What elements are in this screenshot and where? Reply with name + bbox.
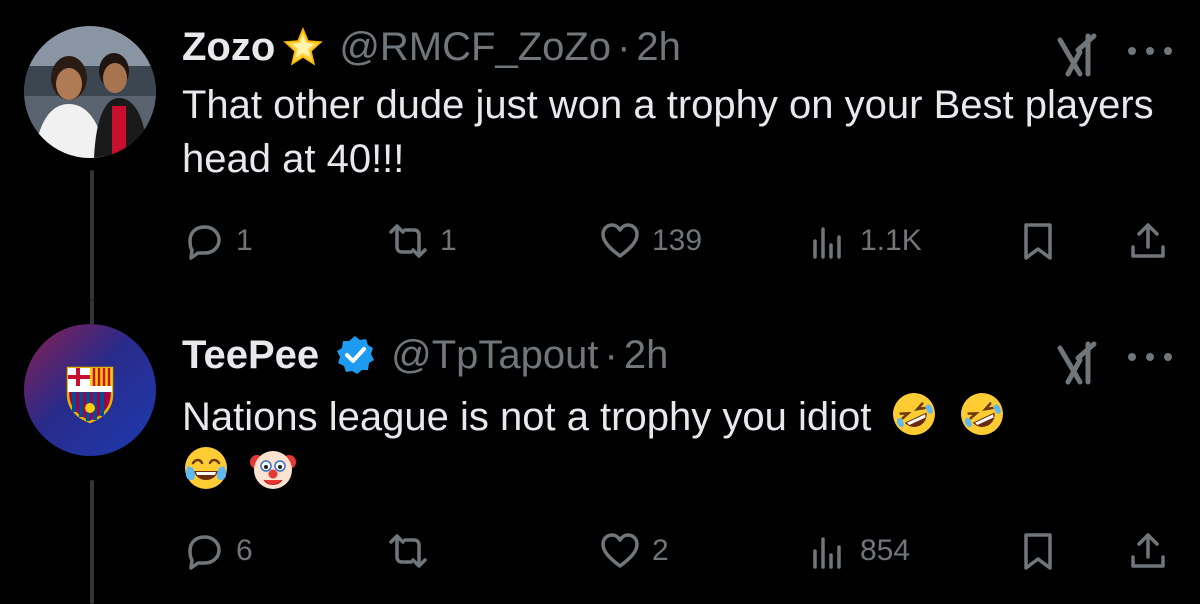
thread-line: [90, 480, 94, 604]
separator-dot: ·: [604, 332, 618, 377]
share-button[interactable]: [1126, 216, 1170, 266]
reply-icon: [188, 535, 221, 570]
display-name[interactable]: Zozo: [182, 25, 275, 70]
repost-button[interactable]: 1: [386, 216, 457, 266]
like-button[interactable]: 139: [598, 216, 702, 266]
more-options-icon[interactable]: [1128, 350, 1172, 364]
action-bar: 1 1 139 1.1K: [182, 216, 1172, 266]
views-button[interactable]: 1.1K: [806, 216, 922, 266]
repost-icon: [389, 224, 427, 258]
user-handle[interactable]: @TpTapout: [391, 333, 598, 378]
analytics-icon: [813, 537, 841, 569]
like-button[interactable]: 2: [598, 526, 669, 576]
tweet-text: Nations league is not a trophy you idiot: [182, 395, 872, 439]
like-count: 139: [652, 224, 703, 257]
reply-count: 1: [236, 224, 253, 257]
reply-button[interactable]: 6: [182, 526, 253, 576]
repost-count: 1: [440, 224, 457, 257]
bookmark-icon: [1024, 223, 1052, 260]
view-count: 854: [860, 534, 911, 567]
tweet-header: Zozo @RMCF_ZoZo · 2h: [182, 22, 681, 72]
more-options-icon[interactable]: [1128, 44, 1172, 58]
rolling-laughing-emoji: [893, 393, 936, 435]
avatar[interactable]: [24, 324, 156, 456]
star-emoji-icon: [281, 25, 325, 69]
user-handle[interactable]: @RMCF_ZoZo: [339, 25, 611, 70]
grok-icon[interactable]: [1054, 340, 1104, 386]
tweet-text: That other dude just won a trophy on you…: [182, 83, 1154, 181]
tweet-2[interactable]: TeePee @TpTapout · 2h Nations league is …: [0, 300, 1200, 604]
repost-button[interactable]: [386, 526, 440, 576]
views-button[interactable]: 854: [806, 526, 910, 576]
tweet-header: TeePee @TpTapout · 2h: [182, 330, 668, 380]
fc-barcelona-crest-icon: [24, 324, 156, 456]
clown-emoji: [250, 451, 297, 489]
share-icon: [1131, 223, 1165, 258]
tears-of-joy-emoji: [185, 447, 227, 489]
avatar[interactable]: [24, 26, 156, 158]
display-name[interactable]: TeePee: [182, 333, 319, 378]
timestamp[interactable]: 2h: [636, 25, 681, 70]
bookmark-icon: [1024, 533, 1052, 570]
reply-icon: [188, 225, 221, 260]
tweet-1[interactable]: Zozo @RMCF_ZoZo · 2h That other dude jus…: [0, 0, 1200, 300]
reply-button[interactable]: 1: [182, 216, 253, 266]
timestamp[interactable]: 2h: [624, 333, 669, 378]
share-icon: [1131, 533, 1165, 568]
share-button[interactable]: [1126, 526, 1170, 576]
separator-dot: ·: [617, 24, 631, 69]
action-bar: 6 2 854: [182, 526, 1172, 576]
bookmark-button[interactable]: [1016, 526, 1060, 576]
analytics-icon: [813, 227, 841, 259]
repost-icon: [389, 534, 427, 568]
bookmark-button[interactable]: [1016, 216, 1060, 266]
view-count: 1.1K: [860, 224, 922, 257]
grok-icon[interactable]: [1054, 32, 1104, 78]
verified-badge-icon: [333, 333, 377, 377]
heart-icon: [601, 533, 639, 568]
thread-line: [90, 170, 94, 300]
rolling-laughing-emoji: [960, 393, 1003, 435]
reply-count: 6: [236, 534, 253, 567]
like-count: 2: [652, 534, 669, 567]
tweet-body: Nations league is not a trophy you idiot: [182, 390, 1162, 498]
heart-icon: [601, 223, 639, 258]
